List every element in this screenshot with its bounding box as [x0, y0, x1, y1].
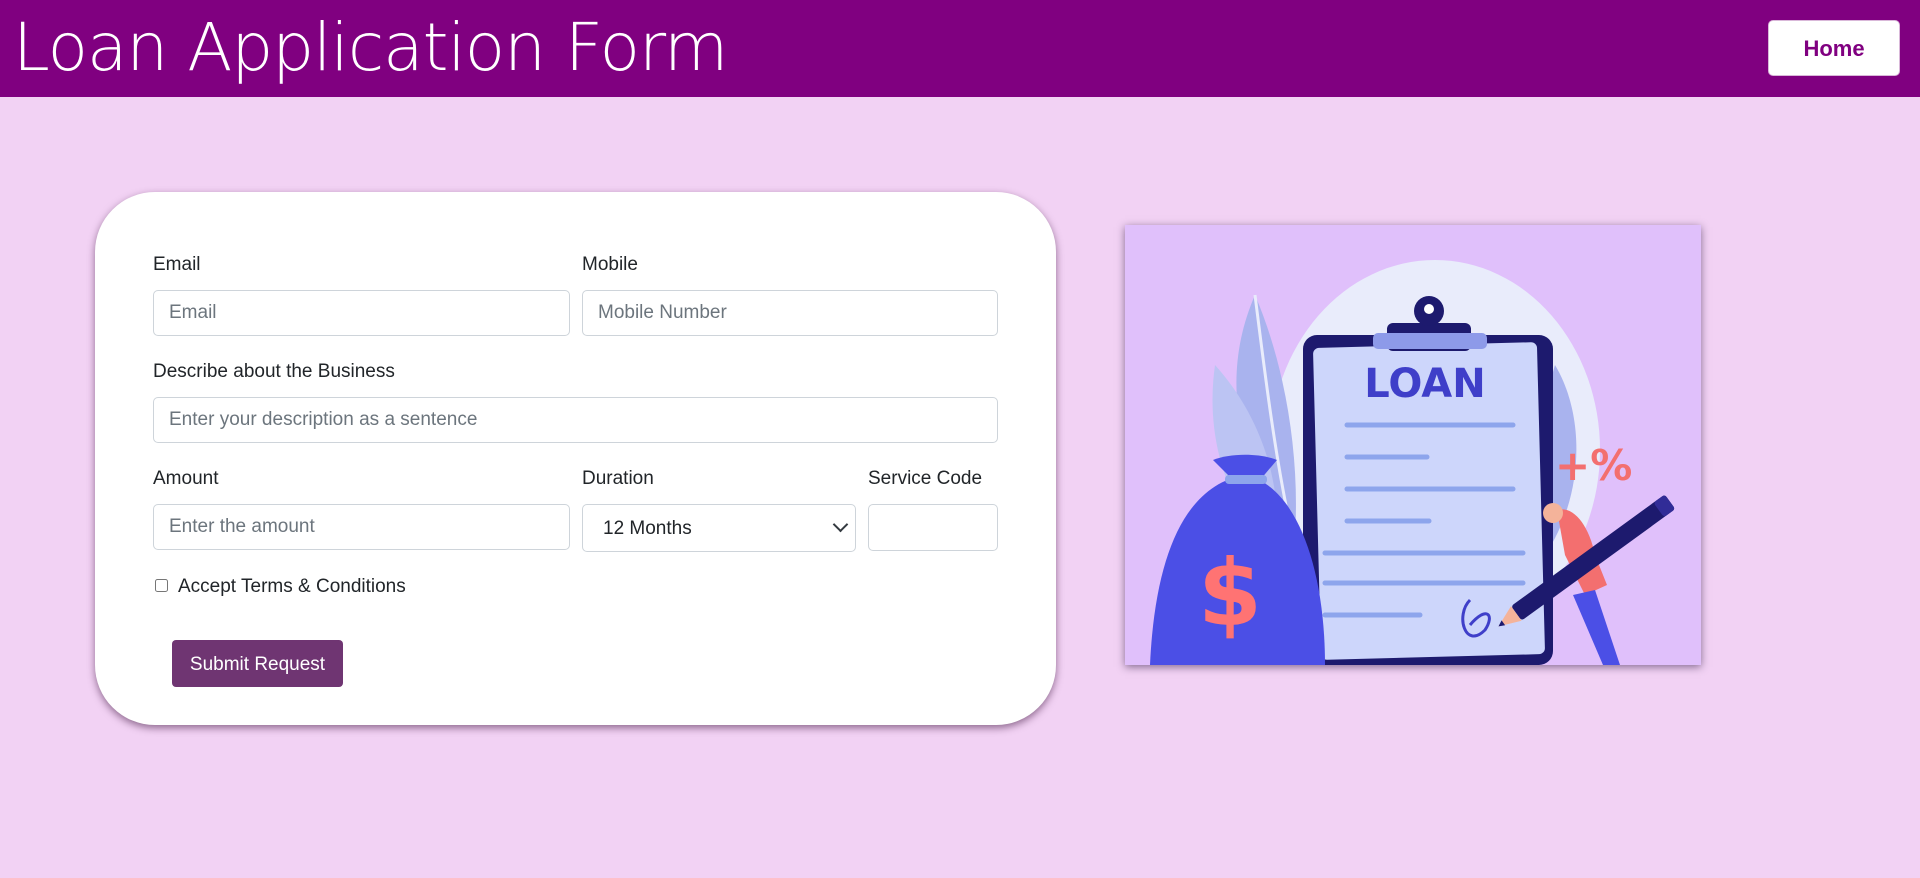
mobile-input[interactable] [582, 290, 998, 336]
home-button[interactable]: Home [1768, 20, 1900, 76]
percent-sign-icon: +% [1555, 441, 1632, 490]
person-head-icon [1543, 503, 1563, 523]
service-code-label: Service Code [868, 468, 983, 489]
business-description-label: Describe about the Business [153, 361, 395, 382]
clipboard-loan-text: LOAN [1364, 361, 1485, 407]
duration-label: Duration [582, 468, 654, 489]
terms-checkbox[interactable] [155, 579, 168, 592]
loan-clipboard-illustration: LOAN $ +% [1125, 225, 1701, 665]
amount-label: Amount [153, 468, 219, 489]
email-input[interactable] [153, 290, 570, 336]
submit-request-button[interactable]: Submit Request [172, 640, 343, 687]
terms-label[interactable]: Accept Terms & Conditions [178, 576, 406, 598]
mobile-label: Mobile [582, 254, 638, 275]
clipboard-clip-base-icon [1373, 333, 1487, 349]
business-description-input[interactable] [153, 397, 998, 443]
clipboard-ring-hole-icon [1424, 304, 1434, 314]
email-label: Email [153, 254, 201, 275]
service-code-input[interactable] [868, 504, 998, 551]
amount-input[interactable] [153, 504, 570, 550]
page-title: Loan Application Form [13, 9, 728, 86]
money-bag-tie-icon [1225, 475, 1267, 484]
duration-select[interactable]: 12 Months [582, 504, 856, 552]
duration-select-wrapper: 12 Months [582, 504, 856, 552]
dollar-sign-icon: $ [1198, 540, 1262, 647]
top-navbar: Loan Application Form Home [0, 0, 1920, 97]
